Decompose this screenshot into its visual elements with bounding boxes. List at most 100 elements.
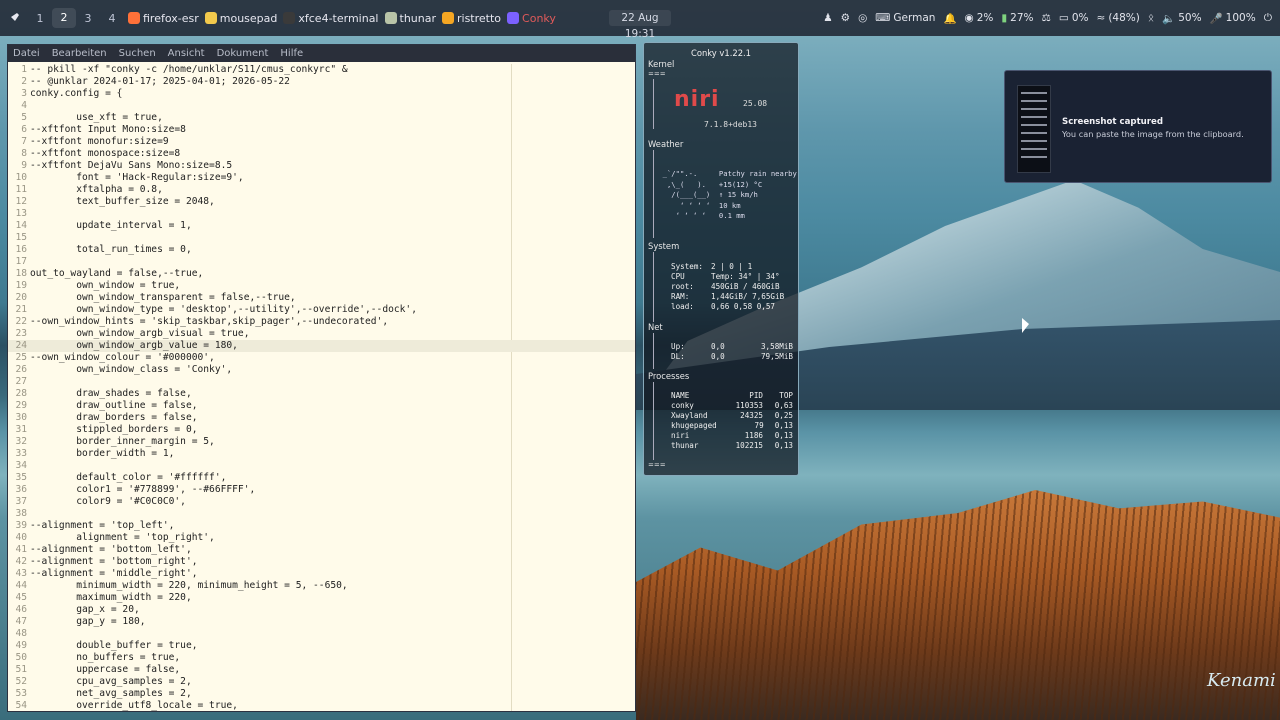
line-number: 32 <box>15 436 27 447</box>
process-cell: 0,25 <box>774 411 793 420</box>
code-line: 22 --own_window_hints = 'skip_taskbar,ski… <box>8 316 635 328</box>
taskbar-app-thunar[interactable]: thunar <box>384 12 436 25</box>
code-line: 48 <box>8 628 635 640</box>
net-cell: 0,0 <box>711 352 725 361</box>
code-line: 5 use_xft = true, <box>8 112 635 124</box>
workspace-2[interactable]: 2 <box>52 8 76 28</box>
backlight-indicator[interactable]: ▭ 0% <box>1059 12 1089 24</box>
code-text: use_xft = true, <box>30 112 163 123</box>
line-number: 15 <box>15 232 27 243</box>
kernel-rule: === <box>648 70 666 78</box>
taskbar-app-xfce4-terminal[interactable]: xfce4-terminal <box>283 12 379 25</box>
line-number: 28 <box>15 388 27 399</box>
mic-indicator[interactable]: 🎤 100% <box>1210 12 1256 25</box>
process-header-cell: PID <box>749 391 763 400</box>
keyboard-layout[interactable]: ⌨ German <box>875 12 935 24</box>
line-number: 17 <box>15 256 27 267</box>
code-text: gap_x = 20, <box>30 604 140 615</box>
code-line: 52 cpu_avg_samples = 2, <box>8 676 635 688</box>
top-panel: 1234 firefox-esr mousepad xfce4-terminal th… <box>0 0 1280 40</box>
weather-line: /(___(__) ↑ 15 km/h <box>654 190 758 199</box>
taskbar-app-firefox-esr[interactable]: firefox-esr <box>128 12 199 25</box>
settings-icon[interactable]: ⚙ <box>841 12 850 24</box>
code-text: update_interval = 1, <box>30 220 192 231</box>
power-icon[interactable]: ⏻ <box>1264 12 1272 25</box>
weather-line: ‘ ‘ ‘ ‘ 10 km <box>654 200 741 210</box>
wifi-icon: ≈ <box>1096 12 1106 24</box>
launcher-icon[interactable] <box>0 0 28 36</box>
eye-icon[interactable]: ◎ <box>858 12 867 24</box>
clock[interactable]: 22 Aug 19:31 <box>609 10 671 40</box>
code-line: 44 minimum_width = 220, minimum_height =… <box>8 580 635 592</box>
editor-text-area[interactable]: 1 -- pkill -xf "conky -c /home/unklar/S11… <box>8 64 635 711</box>
taskbar-app-ristretto[interactable]: ristretto <box>442 12 501 25</box>
kernel-version: 7.1.8+deb13 <box>704 120 757 129</box>
folder-icon <box>384 12 397 24</box>
taskbar-app-conky[interactable]: Conky <box>507 12 556 25</box>
code-line: 41 --alignment = 'bottom_left', <box>8 544 635 556</box>
menu-hilfe[interactable]: Hilfe <box>280 48 303 59</box>
code-line: 28 draw_shades = false, <box>8 388 635 400</box>
line-number: 9 <box>21 160 27 171</box>
line-number: 1 <box>21 64 27 75</box>
cpu-indicator[interactable]: ◉ 2% <box>965 12 994 24</box>
wifi-indicator[interactable]: ≈ (48%) <box>1097 12 1140 24</box>
code-text: own_window = true, <box>30 280 181 291</box>
process-header-cell: NAME <box>671 391 690 400</box>
line-number: 13 <box>15 208 27 219</box>
menu-dokument[interactable]: Dokument <box>217 48 269 59</box>
screenshot-notification[interactable]: Screenshot captured You can paste the im… <box>1004 70 1272 183</box>
line-number: 7 <box>21 136 27 147</box>
code-line: 3 conky.config = { <box>8 88 635 100</box>
mousepad-icon <box>204 12 217 24</box>
process-cell: 0,13 <box>774 441 793 450</box>
line-number: 19 <box>15 280 27 291</box>
code-line: 15 <box>8 232 635 244</box>
line-number: 18 <box>15 268 27 279</box>
taskbar-app-mousepad[interactable]: mousepad <box>204 12 277 25</box>
process-row: niri 1186 0,13 <box>671 431 793 440</box>
volume-indicator[interactable]: 🔈 50% <box>1162 12 1201 25</box>
menu-datei[interactable]: Datei <box>13 48 40 59</box>
workspace-3[interactable]: 3 <box>76 12 100 25</box>
taskbar-app-label: ristretto <box>457 11 502 25</box>
menu-ansicht[interactable]: Ansicht <box>168 48 205 59</box>
tree-line <box>653 382 654 460</box>
code-text: border_width = 1, <box>30 448 175 459</box>
code-line: 9 --xftfont DejaVu Sans Mono:size=8.5 <box>8 160 635 172</box>
workspace-1[interactable]: 1 <box>28 12 52 25</box>
menu-bearbeiten[interactable]: Bearbeiten <box>52 48 107 59</box>
tree-line <box>653 79 654 129</box>
notification-bell-icon[interactable]: 🔔 <box>943 12 956 25</box>
user-icon[interactable]: ♟ <box>823 12 832 24</box>
process-cell: 0,63 <box>774 401 793 410</box>
line-number: 5 <box>21 112 27 123</box>
weather-line: _`/"".-. Patchy rain nearby <box>654 169 797 178</box>
system-row: System: 2 | 0 | 1 <box>671 262 793 271</box>
line-number: 30 <box>15 412 27 423</box>
menu-suchen[interactable]: Suchen <box>119 48 156 59</box>
code-text: xftalpha = 0.8, <box>30 184 163 195</box>
line-number: 34 <box>15 460 27 471</box>
code-line: 29 draw_outline = false, <box>8 400 635 412</box>
process-cell: 0,13 <box>774 421 793 430</box>
line-number: 44 <box>15 580 27 591</box>
code-line: 49 double_buffer = true, <box>8 640 635 652</box>
mouse-cursor <box>1022 318 1029 333</box>
system-row: RAM: 1,44GiB/ 7,65GiB <box>671 292 793 301</box>
code-line: 17 <box>8 256 635 268</box>
code-text: own_window_argb_value = 180, <box>30 340 238 351</box>
workspace-4[interactable]: 4 <box>100 12 124 25</box>
taskbar-apps: firefox-esr mousepad xfce4-terminal thunar r… <box>128 0 562 36</box>
battery-indicator[interactable]: ▮ 27% <box>1001 12 1033 24</box>
code-line: 38 <box>8 508 635 520</box>
conky-title: Conky v1.22.1 <box>690 48 752 58</box>
code-text: own_window_argb_visual = true, <box>30 328 250 339</box>
wallpaper-signature: Kenami <box>1207 670 1276 691</box>
bluetooth-icon[interactable]: ᛟ <box>1148 12 1154 24</box>
tree-line <box>653 252 654 322</box>
process-cell: 102215 <box>735 441 763 450</box>
code-line: 33 border_width = 1, <box>8 448 635 460</box>
line-number: 3 <box>21 88 27 99</box>
power-profile-icon[interactable]: ⚖ <box>1041 12 1050 24</box>
